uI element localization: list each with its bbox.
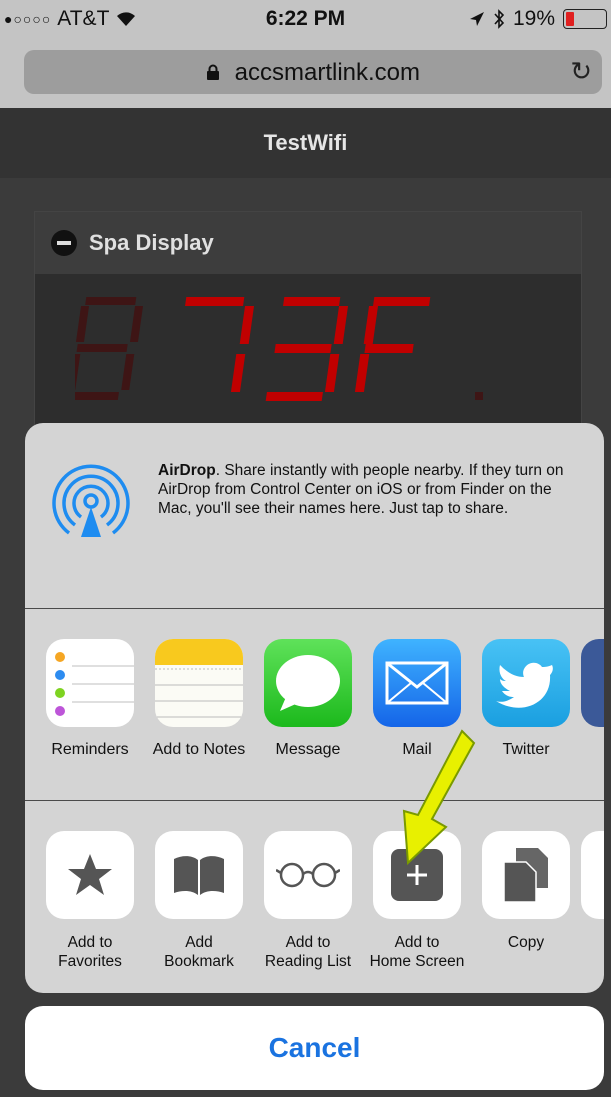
mail-icon	[373, 639, 461, 727]
collapse-icon[interactable]	[51, 230, 77, 256]
address-bar[interactable]: accsmartlink.com ↻	[24, 50, 602, 94]
browser-toolbar: accsmartlink.com ↻	[0, 38, 611, 108]
status-bar: ●○○○○ AT&T 6:22 PM 19%	[0, 0, 611, 38]
location-arrow-icon	[469, 12, 484, 26]
share-app-twitter[interactable]: Twitter	[472, 639, 580, 759]
share-app-facebook[interactable]: F	[581, 639, 604, 759]
message-icon	[264, 639, 352, 727]
share-actions-row: Add to Favorites Add Bookmark Add to Readin…	[25, 801, 604, 993]
bluetooth-icon	[494, 9, 505, 29]
reminders-icon	[46, 639, 134, 727]
status-right: 19%	[469, 7, 607, 31]
notes-icon	[155, 639, 243, 727]
action-add-to-reading-list[interactable]: Add to Reading List	[254, 831, 362, 971]
star-icon	[46, 831, 134, 919]
panel-title: Spa Display	[89, 230, 214, 255]
battery-percent: 19%	[512, 7, 555, 30]
share-app-message[interactable]: Message	[254, 639, 362, 759]
panel-header[interactable]: Spa Display	[35, 212, 581, 274]
url-text: accsmartlink.com	[234, 59, 421, 86]
book-icon	[155, 831, 243, 919]
airdrop-description: AirDrop. Share instantly with people nea…	[158, 462, 564, 517]
reload-icon[interactable]: ↻	[570, 56, 592, 87]
airdrop-section[interactable]: AirDrop. Share instantly with people nea…	[25, 423, 604, 609]
share-app-notes[interactable]: Add to Notes	[145, 639, 253, 759]
battery-icon	[563, 9, 607, 29]
copy-icon	[482, 831, 570, 919]
airdrop-icon	[52, 464, 130, 537]
pointer-arrow-icon	[402, 729, 476, 866]
more-action-icon	[581, 831, 604, 919]
facebook-icon	[581, 639, 604, 727]
action-copy[interactable]: Copy	[472, 831, 580, 952]
glasses-icon	[264, 831, 352, 919]
action-add-to-favorites[interactable]: Add to Favorites	[36, 831, 144, 971]
page-title: TestWifi	[0, 108, 611, 178]
action-add-bookmark[interactable]: Add Bookmark	[145, 831, 253, 971]
twitter-icon	[482, 639, 570, 727]
lock-icon	[206, 64, 220, 85]
share-app-reminders[interactable]: Reminders	[36, 639, 144, 759]
share-sheet: AirDrop. Share instantly with people nea…	[25, 423, 604, 993]
cancel-button[interactable]: Cancel	[25, 1006, 604, 1090]
action-partial[interactable]	[581, 831, 604, 919]
seven-segment-display	[75, 297, 483, 401]
share-apps-row: Reminders Add to Notes Message Mail Twit…	[25, 609, 604, 801]
